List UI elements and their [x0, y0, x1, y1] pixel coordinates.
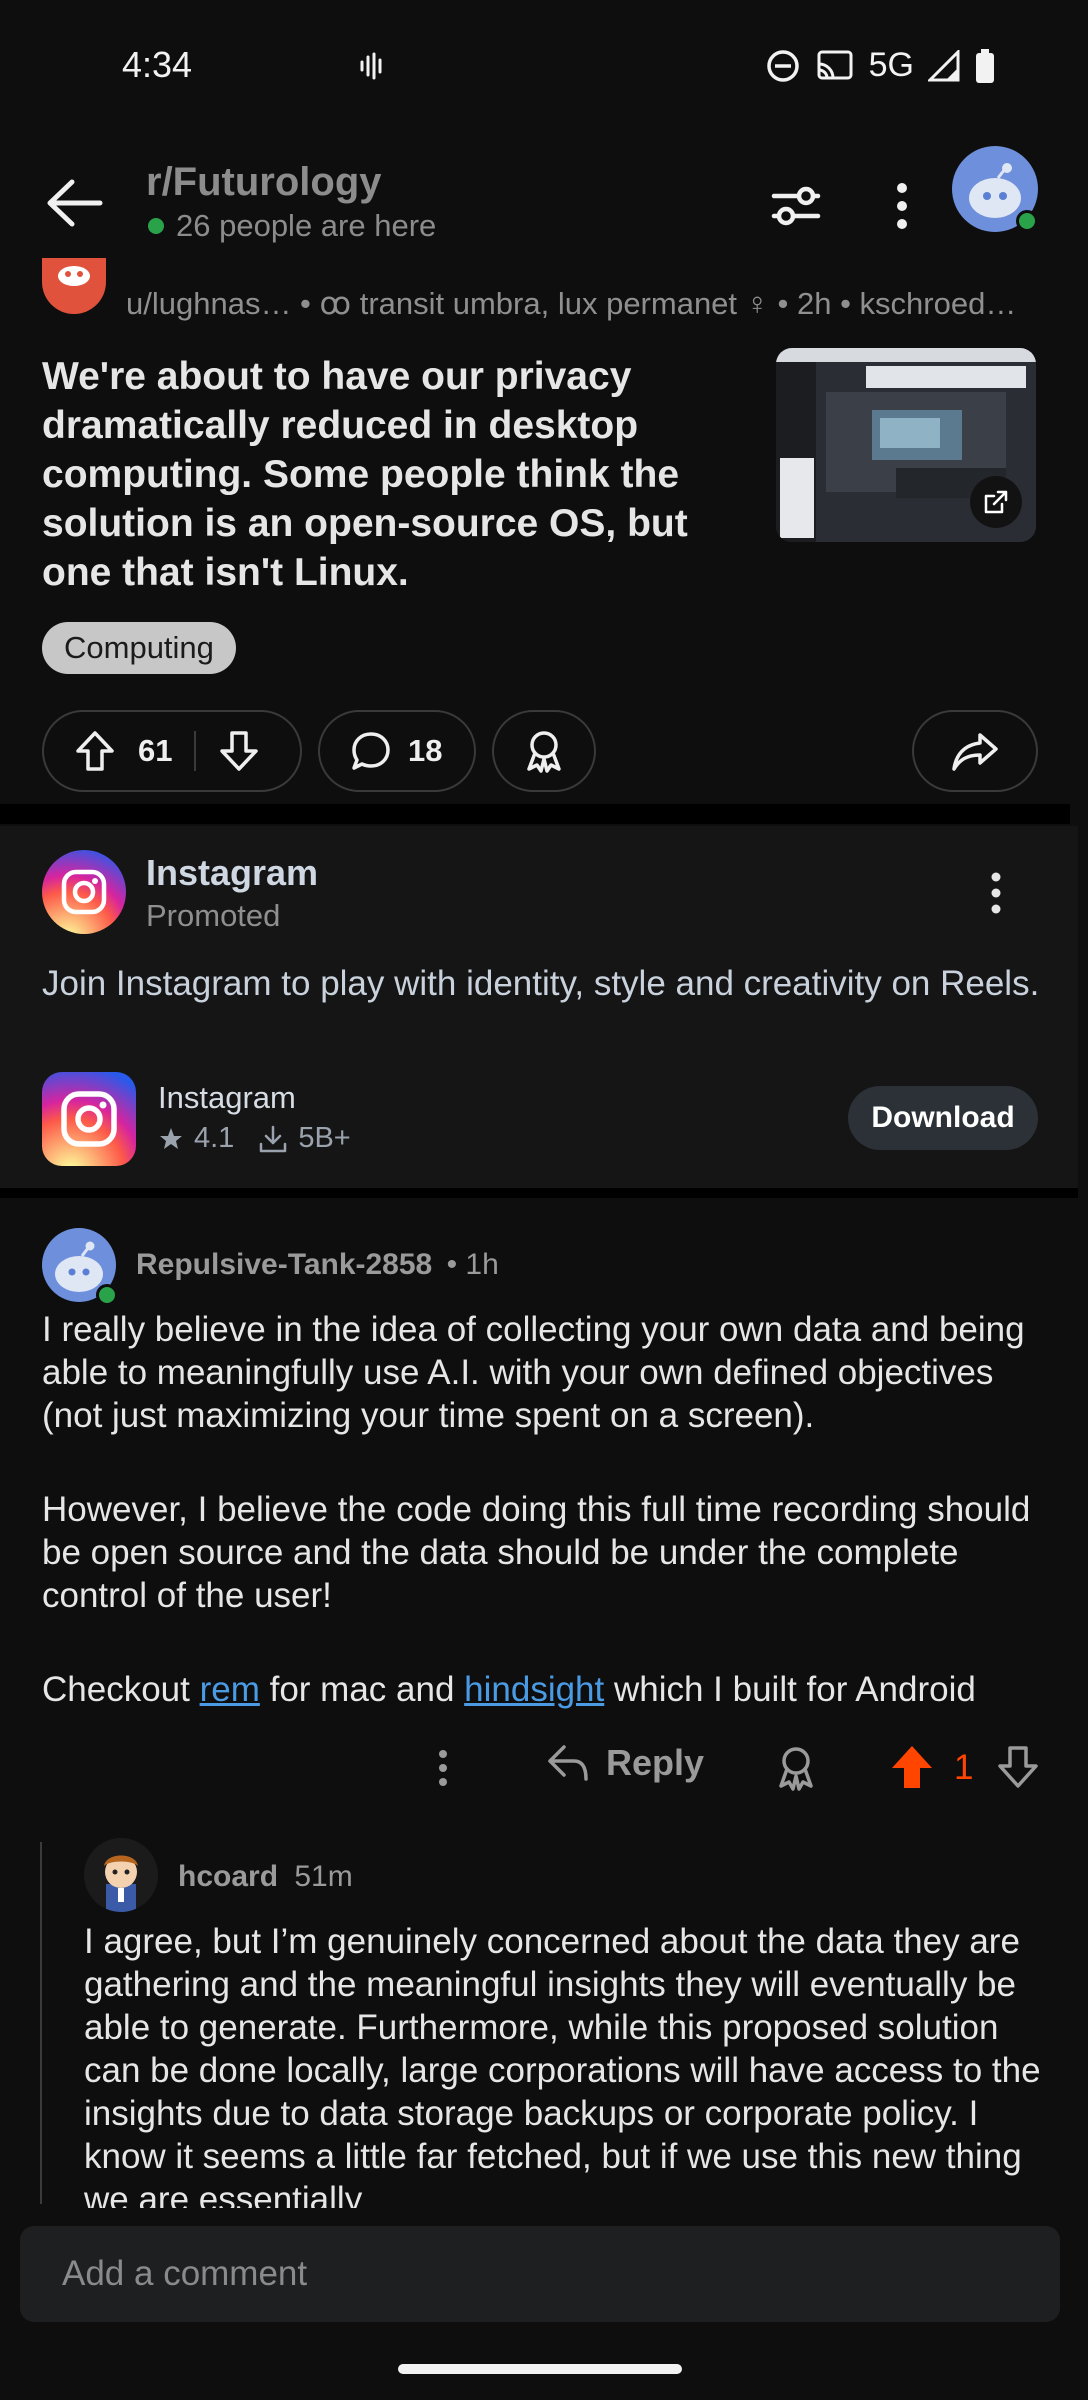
app-rating: 4.1	[194, 1122, 235, 1154]
comment-author-online-dot	[96, 1284, 118, 1306]
battery-icon	[976, 48, 994, 83]
more-options-icon[interactable]	[884, 178, 920, 234]
comment-text: which I built for Android	[604, 1670, 976, 1709]
comment-downvote-icon[interactable]	[996, 1744, 1040, 1790]
avatar-online-dot	[1016, 210, 1038, 232]
cast-icon	[817, 50, 853, 79]
award-icon	[527, 731, 561, 773]
link-rem[interactable]: rem	[200, 1670, 260, 1709]
share-button[interactable]	[912, 710, 1038, 792]
ad-body-text[interactable]: Join Instagram to play with identity, st…	[42, 962, 1042, 1005]
post-flair[interactable]: Computing	[42, 622, 236, 674]
filter-icon[interactable]	[768, 178, 824, 234]
comment-paragraph: However, I believe the code doing this f…	[42, 1490, 1031, 1615]
comments-button[interactable]: 18	[318, 710, 476, 792]
reply-author[interactable]: hcoard 51m	[178, 1860, 353, 1894]
external-link-icon[interactable]	[970, 476, 1022, 528]
comment-time: • 1h	[446, 1248, 499, 1281]
comment-author[interactable]: Repulsive-Tank-2858 • 1h	[136, 1248, 499, 1282]
voice-wave-icon	[360, 52, 382, 79]
reply-author-avatar[interactable]	[84, 1838, 158, 1912]
ad-promoted-label: Promoted	[146, 898, 281, 933]
post-title[interactable]: We're about to have our privacy dramatic…	[42, 352, 722, 597]
back-arrow-icon[interactable]	[44, 178, 104, 228]
reply-author-name[interactable]: hcoard	[178, 1860, 278, 1893]
post-author-avatar[interactable]	[42, 258, 106, 314]
home-indicator[interactable]	[398, 2364, 682, 2374]
comment-paragraph: I really believe in the idea of collecti…	[42, 1310, 1025, 1435]
app-icon[interactable]	[42, 1072, 136, 1166]
network-type: 5G	[868, 46, 914, 84]
signal-icon	[928, 49, 960, 81]
app-name: Instagram	[158, 1080, 296, 1115]
section-divider	[0, 1188, 1078, 1198]
post-meta[interactable]: u/lughnas… • ꝏ transit umbra, lux perman…	[126, 286, 1016, 322]
comment-text: Checkout	[42, 1670, 200, 1709]
comment-award-icon[interactable]	[774, 1744, 818, 1792]
app-downloads: 5B+	[298, 1122, 351, 1154]
thread-line[interactable]	[40, 1842, 42, 2204]
instagram-logo-icon[interactable]	[42, 850, 126, 934]
ad-advertiser-name[interactable]: Instagram	[146, 852, 318, 894]
comment-text: for mac and	[259, 1670, 465, 1709]
link-hindsight[interactable]: hindsight	[464, 1670, 604, 1709]
reply-time: 51m	[294, 1860, 353, 1893]
subreddit-name[interactable]: r/Futurology	[146, 160, 382, 205]
download-count-icon	[260, 1125, 287, 1152]
ad-more-options-icon[interactable]	[984, 870, 1008, 916]
vote-bar: 61	[42, 710, 302, 792]
comment-vote-count: 1	[954, 1748, 974, 1787]
reply-icon	[548, 1745, 588, 1781]
comment-count: 18	[408, 733, 443, 768]
add-comment-input[interactable]: Add a comment	[20, 2226, 1060, 2322]
comment-paragraph: Checkout rem for mac and hindsight which…	[42, 1668, 1052, 1711]
post-thumbnail[interactable]	[776, 348, 1036, 542]
comment-more-icon[interactable]	[436, 1748, 450, 1788]
comment-icon	[352, 732, 390, 770]
vote-divider	[194, 731, 197, 771]
upvote-icon[interactable]	[74, 729, 116, 773]
downvote-icon[interactable]	[218, 729, 260, 773]
status-time: 4:34	[122, 44, 193, 85]
comment-body: I really believe in the idea of collecti…	[42, 1308, 1052, 1762]
dnd-icon	[766, 49, 799, 82]
award-button[interactable]	[492, 710, 596, 792]
share-icon	[952, 733, 998, 771]
reply-label: Reply	[606, 1742, 705, 1783]
online-dot-icon	[148, 218, 164, 234]
upvote-count: 61	[138, 733, 173, 768]
comment-author-name[interactable]: Repulsive-Tank-2858	[136, 1248, 432, 1281]
section-divider	[0, 804, 1070, 824]
reply-button[interactable]: Reply	[546, 1742, 704, 1784]
reply-body: I agree, but I’m genuinely concerned abo…	[84, 1922, 1041, 2208]
download-button[interactable]: Download	[848, 1086, 1038, 1150]
online-count: 26 people are here	[148, 208, 436, 244]
app-rating-row: 4.1 5B+	[158, 1122, 351, 1155]
online-text: 26 people are here	[176, 208, 437, 243]
star-icon	[160, 1127, 182, 1149]
status-icons: 5G	[357, 46, 996, 85]
comment-upvote-icon[interactable]	[890, 1744, 934, 1790]
